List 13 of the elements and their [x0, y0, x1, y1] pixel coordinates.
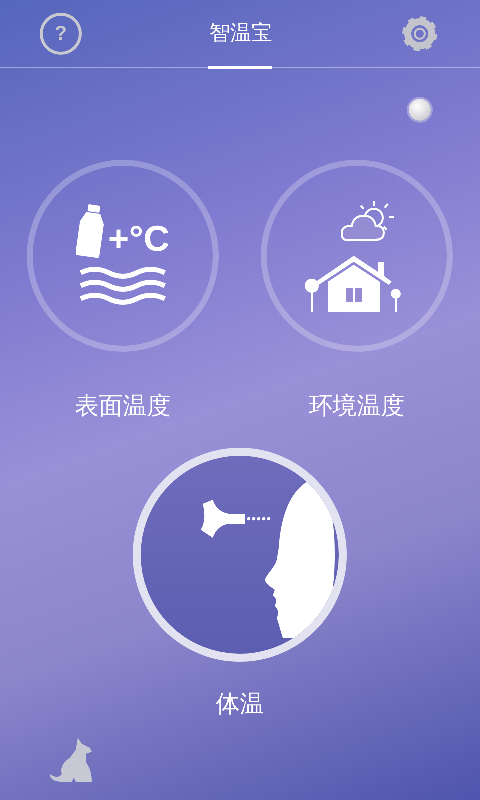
help-button[interactable]: ? — [40, 12, 82, 54]
mode-label: 体温 — [216, 690, 264, 720]
settings-icon[interactable] — [400, 14, 440, 54]
temperature-label: +°C — [108, 219, 170, 259]
mode-label: 环境温度 — [309, 392, 405, 422]
surface-temperature-button[interactable]: +°C — [27, 160, 219, 352]
mode-label: 表面温度 — [75, 392, 171, 422]
status-indicator — [409, 99, 431, 121]
house-icon — [304, 254, 402, 314]
app-title: 智温宝 — [210, 20, 272, 46]
cloud-sun-icon — [338, 198, 396, 244]
bottle-icon — [76, 203, 106, 259]
ambient-temperature-button[interactable] — [261, 160, 453, 352]
